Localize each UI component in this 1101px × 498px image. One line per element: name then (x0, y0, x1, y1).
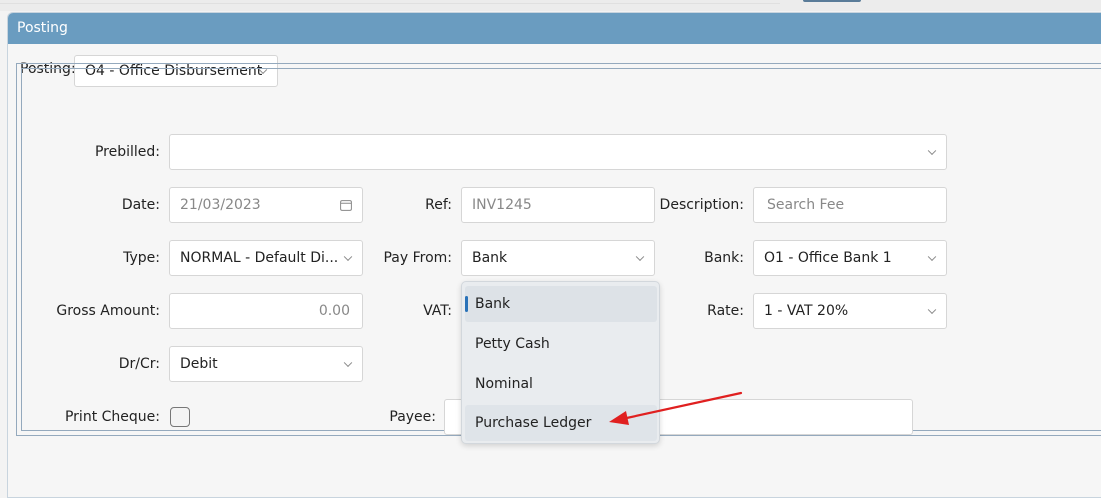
type-select[interactable]: NORMAL - Default Di... (169, 240, 363, 276)
gross-amount-input[interactable]: 0.00 (169, 293, 363, 329)
dropdown-option-label: Nominal (475, 376, 533, 392)
chevron-down-icon (927, 146, 937, 156)
prebilled-label: Prebilled: (94, 144, 160, 160)
bank-value: O1 - Office Bank 1 (764, 250, 892, 266)
pay-from-value: Bank (472, 250, 508, 266)
description-input[interactable]: Search Fee (753, 187, 947, 223)
dr-cr-label: Dr/Cr: (118, 356, 160, 372)
type-value: NORMAL - Default Di... (180, 250, 339, 266)
rate-value: 1 - VAT 20% (764, 303, 849, 319)
top-strip (0, 0, 1101, 11)
bank-select[interactable]: O1 - Office Bank 1 (753, 240, 947, 276)
description-label: Description: (659, 197, 744, 213)
rate-select[interactable]: 1 - VAT 20% (753, 293, 947, 329)
dropdown-option-purchase-ledger[interactable]: Purchase Ledger (465, 405, 657, 441)
dropdown-option-nominal[interactable]: Nominal (465, 366, 657, 402)
type-label: Type: (123, 250, 160, 266)
dropdown-option-petty-cash[interactable]: Petty Cash (465, 326, 657, 362)
pay-from-label: Pay From: (383, 250, 452, 266)
chevron-down-icon (927, 305, 937, 315)
calendar-icon[interactable] (340, 199, 352, 211)
gross-amount-label: Gross Amount: (56, 303, 160, 319)
dropdown-option-label: Purchase Ledger (475, 415, 592, 431)
chevron-down-icon (635, 252, 645, 262)
prebilled-select[interactable] (169, 134, 947, 170)
print-cheque-label: Print Cheque: (64, 409, 160, 425)
vat-label: VAT: (423, 303, 452, 319)
payee-label: Payee: (389, 409, 436, 425)
ref-input[interactable]: INV1245 (461, 187, 655, 223)
dropdown-option-bank[interactable]: Bank (465, 286, 657, 322)
chevron-down-icon (343, 358, 353, 368)
date-value: 21/03/2023 (180, 197, 261, 213)
rate-label: Rate: (707, 303, 744, 319)
dropdown-option-label: Petty Cash (475, 336, 550, 352)
pay-from-dropdown: Bank Petty Cash Nominal Purchase Ledger (461, 281, 660, 444)
dr-cr-select[interactable]: Debit (169, 346, 363, 382)
top-tab-indicator[interactable] (803, 0, 861, 2)
date-label: Date: (121, 197, 160, 213)
chevron-down-icon (343, 252, 353, 262)
date-input[interactable]: 21/03/2023 (169, 187, 363, 223)
ref-value: INV1245 (472, 197, 532, 213)
selected-indicator (465, 296, 468, 312)
panel-header: Posting (8, 13, 1101, 44)
print-cheque-checkbox[interactable] (170, 407, 190, 427)
top-divider (0, 3, 780, 4)
dr-cr-value: Debit (180, 356, 218, 372)
description-placeholder: Search Fee (767, 197, 845, 213)
dropdown-option-label: Bank (475, 296, 511, 312)
ref-label: Ref: (425, 197, 452, 213)
gross-amount-value: 0.00 (318, 303, 350, 319)
chevron-down-icon (927, 252, 937, 262)
pay-from-select[interactable]: Bank (461, 240, 655, 276)
bank-label: Bank: (704, 250, 744, 266)
